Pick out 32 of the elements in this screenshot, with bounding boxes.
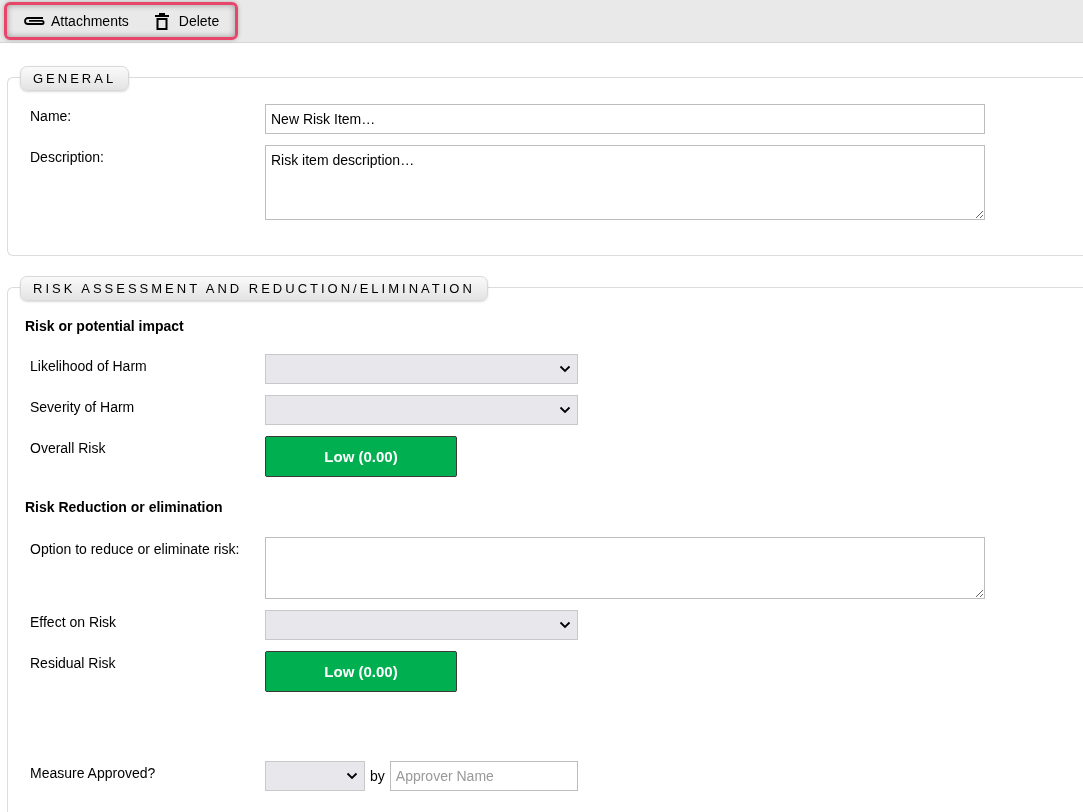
subsection-heading: Risk Reduction or elimination [25,499,224,515]
field-label: Measure Approved? [29,764,157,783]
paperclip-icon [23,15,47,27]
dropdown[interactable] [265,395,578,425]
section-legend: RISK ASSESSMENT AND REDUCTION/ELIMINATION [20,276,488,301]
subsection-heading: Risk or potential impact [25,318,185,334]
dropdown[interactable] [265,761,365,791]
trash-icon [154,12,169,30]
field-label: Overall Risk [29,439,107,458]
dropdown[interactable] [265,354,578,384]
field-label: Option to reduce or eliminate risk: [29,540,241,559]
chevron-down-icon [559,621,571,629]
field-label: Likelihood of Harm [29,357,148,376]
text-field[interactable]: New Risk Item… [265,104,985,134]
attachments-button[interactable]: Attachments [15,6,137,36]
chevron-down-icon [559,365,571,373]
field-label: Severity of Harm [29,398,136,417]
chevron-down-icon [346,772,358,780]
risk-level-indicator: Low (0.00) [265,436,457,477]
text-area[interactable] [265,537,985,599]
approver-name-field[interactable]: Approver Name [389,761,578,791]
dropdown[interactable] [265,610,578,640]
delete-button[interactable]: Delete [146,6,228,36]
field-label: Effect on Risk [29,613,118,632]
chevron-down-icon [559,406,571,414]
text-area[interactable]: Risk item description… [265,145,985,220]
by-label: by [370,768,385,784]
field-label: Description: [29,148,105,167]
risk-level-indicator: Low (0.00) [265,651,457,692]
section-legend: GENERAL [20,66,130,91]
field-label: Residual Risk [29,654,117,673]
field-label: Name: [29,107,73,126]
